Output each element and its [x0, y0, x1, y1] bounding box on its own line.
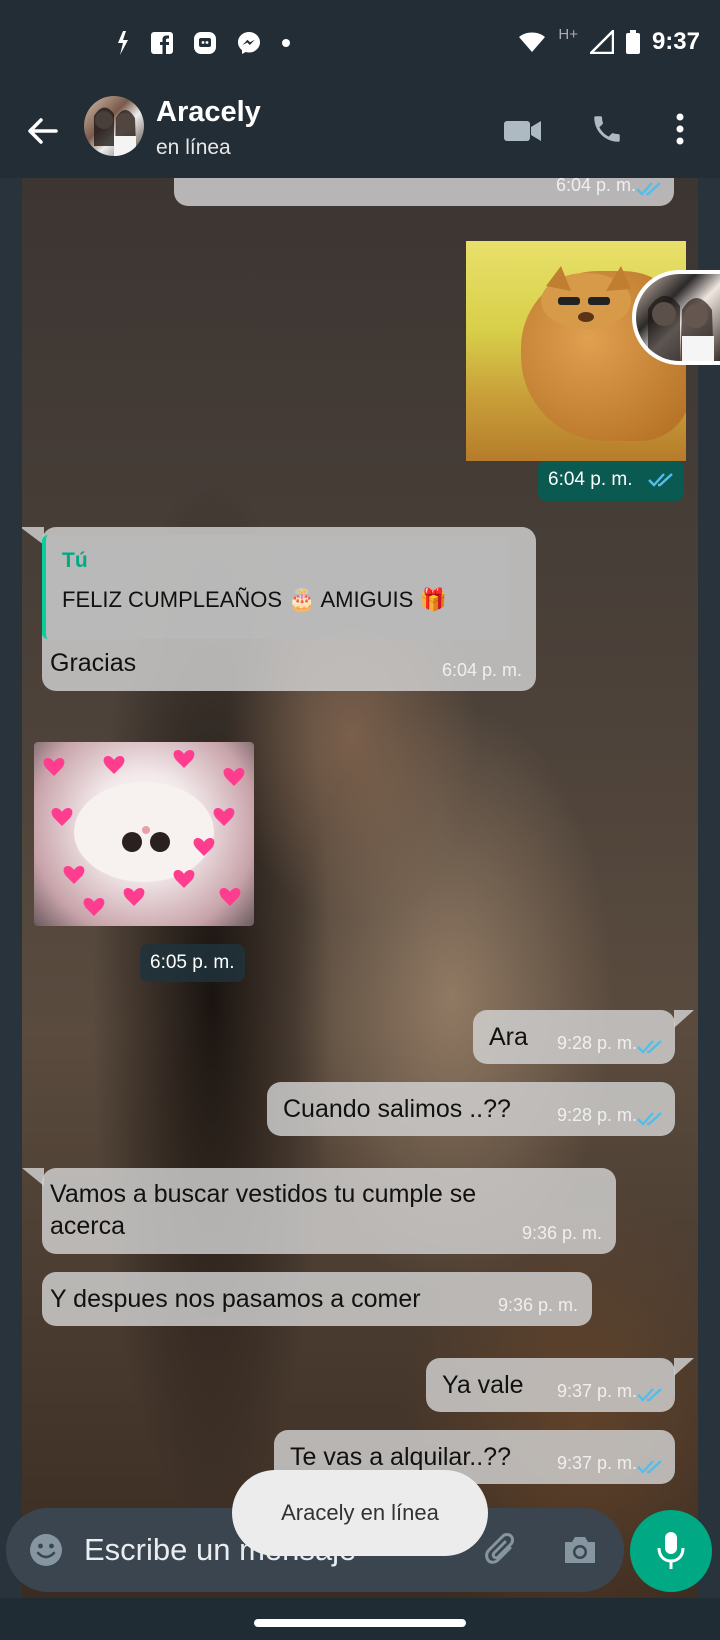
- message-text: Ara: [489, 1023, 528, 1051]
- bubble-tail: [22, 1168, 44, 1186]
- clock: 9:37: [651, 28, 700, 55]
- attach-icon[interactable]: [484, 1530, 520, 1570]
- battery-icon: [625, 30, 640, 54]
- right-margin: [698, 178, 720, 1598]
- messenger-alt-icon: [194, 32, 216, 54]
- more-vert-icon[interactable]: [672, 112, 688, 146]
- message-time: 6:05 p. m.: [150, 952, 235, 973]
- message-bubble[interactable]: Tú FELIZ CUMPLEAÑOS 🎂 AMIGUIS 🎁 Gracias …: [42, 527, 536, 691]
- double-check-icon: [637, 1388, 662, 1402]
- camera-icon[interactable]: [562, 1534, 598, 1566]
- message-time: 6:04 p. m.: [441, 660, 522, 680]
- facebook-icon: [151, 32, 173, 54]
- chat-messages: Tú FELIZ CUMPLEAÑOS 🎂 AMIGUIS 🎁 Gracias …: [22, 178, 698, 1598]
- network-type: H+: [558, 25, 578, 43]
- emoji-icon[interactable]: [28, 1532, 64, 1568]
- cell-signal-icon: [589, 30, 614, 54]
- bubble-tail: [674, 1358, 694, 1376]
- contact-status: en línea: [156, 136, 231, 159]
- message-text: Ya vale: [442, 1371, 524, 1399]
- dot-icon: [282, 39, 290, 47]
- message-time: 9:36 p. m.: [497, 1295, 578, 1315]
- voice-record-button[interactable]: [630, 1510, 712, 1592]
- message-bubble[interactable]: Ya vale 9:37 p. m.: [426, 1358, 675, 1412]
- contact-avatar[interactable]: [84, 96, 144, 156]
- notification-icons: [115, 30, 291, 56]
- toast-text: Aracely en línea: [281, 1500, 439, 1525]
- back-arrow-icon[interactable]: [22, 110, 64, 152]
- cat-hearts-image: [43, 749, 245, 916]
- message-time: 9:37 p. m.: [556, 1381, 637, 1401]
- message-time: 9:28 p. m.: [556, 1033, 637, 1053]
- home-gesture-handle[interactable]: [254, 1619, 466, 1627]
- double-check-icon: [637, 1112, 662, 1126]
- message-time: 9:37 p. m.: [556, 1453, 637, 1473]
- phone-icon[interactable]: [590, 112, 624, 146]
- bubble-tail: [674, 1010, 694, 1028]
- system-icons: H+ 9:37: [518, 25, 700, 56]
- messenger-icon: [238, 32, 260, 54]
- navigation-bar: [0, 1598, 720, 1640]
- status-bar: H+ 9:37: [0, 0, 720, 90]
- sticker-time-badge: 6:05 p. m.: [140, 944, 245, 982]
- message-bubble[interactable]: Ara 9:28 p. m.: [473, 1010, 675, 1064]
- mic-icon: [657, 1532, 685, 1569]
- bubble-tail: [22, 527, 44, 545]
- message-text: Vamos a buscar vestidos tu cumple se ace…: [50, 1180, 477, 1240]
- video-call-icon[interactable]: [504, 118, 542, 144]
- left-margin: [0, 178, 22, 1598]
- quote-author: Tú: [62, 549, 88, 572]
- quote-text: FELIZ CUMPLEAÑOS 🎂 AMIGUIS 🎁: [62, 587, 447, 612]
- contact-name[interactable]: Aracely: [156, 96, 261, 129]
- chat-header: Aracely en línea: [0, 90, 720, 178]
- double-check-icon: [637, 1040, 662, 1054]
- presence-toast: Aracely en línea: [232, 1470, 488, 1556]
- quoted-message[interactable]: Tú FELIZ CUMPLEAÑOS 🎂 AMIGUIS 🎁: [42, 535, 508, 639]
- signal-bolt-icon: [118, 31, 128, 55]
- message-time: 9:28 p. m.: [556, 1105, 637, 1125]
- message-text: Y despues nos pasamos a comer: [50, 1285, 421, 1313]
- message-bubble[interactable]: Cuando salimos ..?? 9:28 p. m.: [267, 1082, 675, 1136]
- message-text: Cuando salimos ..??: [283, 1095, 511, 1123]
- message-text: Te vas a alquilar..??: [290, 1443, 511, 1471]
- double-check-icon: [637, 1460, 662, 1474]
- message-time: 9:36 p. m.: [521, 1223, 602, 1243]
- message-bubble[interactable]: Vamos a buscar vestidos tu cumple se ace…: [42, 1168, 616, 1254]
- sticker-message[interactable]: [34, 742, 254, 926]
- message-text: Gracias: [50, 649, 137, 677]
- message-bubble[interactable]: Y despues nos pasamos a comer 9:36 p. m.: [42, 1272, 592, 1326]
- wifi-icon: [519, 32, 546, 52]
